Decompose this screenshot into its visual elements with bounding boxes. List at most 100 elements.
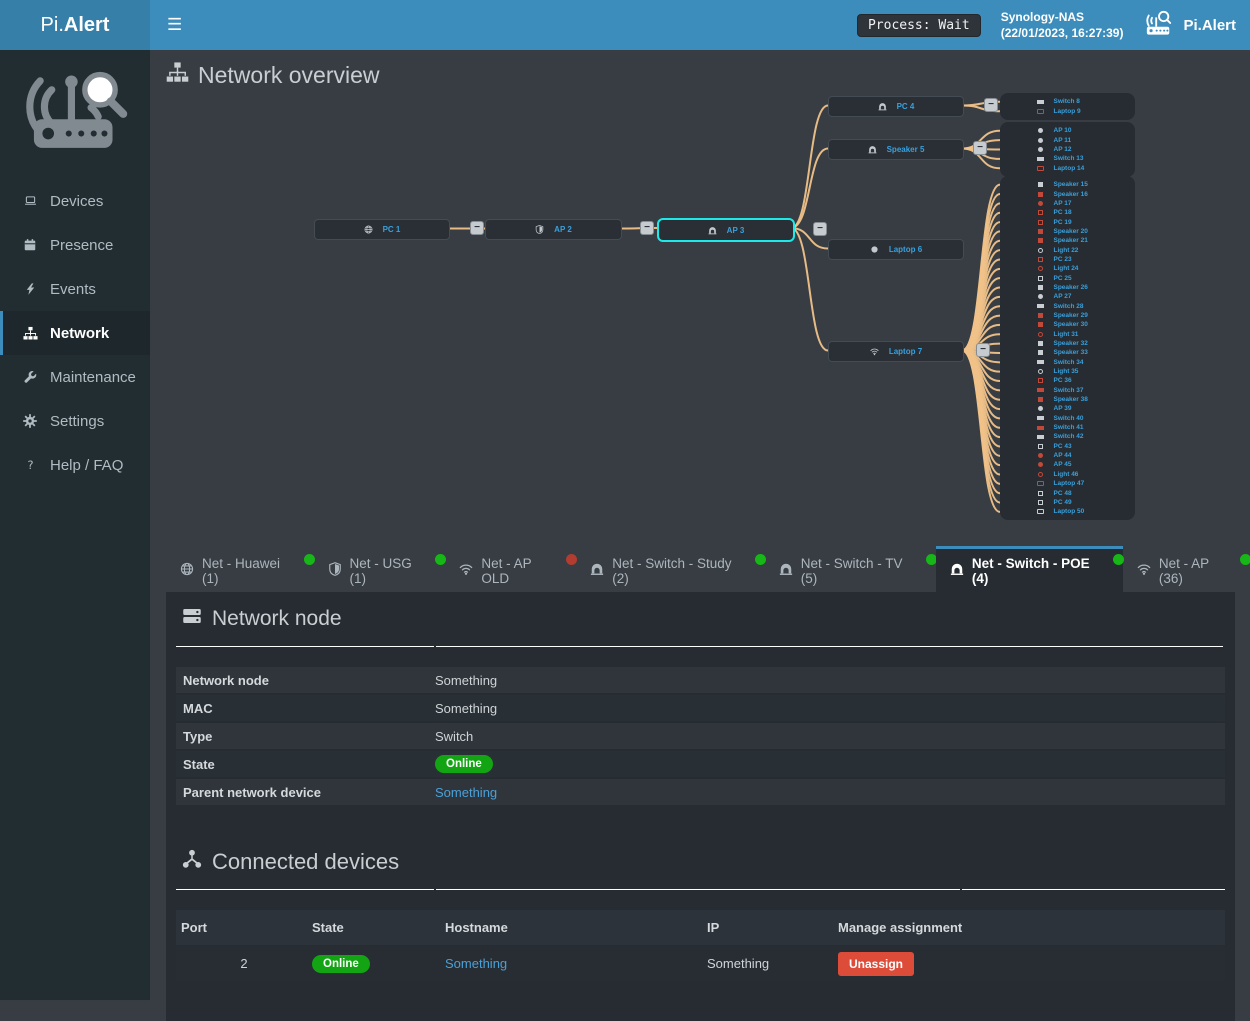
device-item-switch-28[interactable]: Switch 28 (1000, 301, 1135, 310)
diagram-node-laptop-7[interactable]: Laptop 7 (828, 341, 964, 362)
device-item-pc-23[interactable]: PC 23 (1000, 255, 1135, 264)
tab-net-switch-tv-5[interactable]: Net - Switch - TV (5) (765, 546, 936, 592)
device-item-switch-42[interactable]: Switch 42 (1000, 432, 1135, 441)
device-item-ap-39[interactable]: AP 39 (1000, 404, 1135, 413)
device-item-light-24[interactable]: Light 24 (1000, 264, 1135, 273)
hostname-link[interactable]: Something (445, 956, 507, 971)
device-item-speaker-16[interactable]: Speaker 16 (1000, 189, 1135, 198)
device-item-laptop-9[interactable]: Laptop 9 (1000, 107, 1135, 117)
device-item-laptop-47[interactable]: Laptop 47 (1000, 479, 1135, 488)
device-item-ap-45[interactable]: AP 45 (1000, 460, 1135, 469)
tab-net-switch-poe-4[interactable]: Net - Switch - POE (4) (936, 546, 1123, 592)
device-item-label: Laptop 47 (1054, 480, 1100, 487)
sidebar-item-help-faq[interactable]: ?Help / FAQ (0, 443, 150, 487)
unassign-button[interactable]: Unassign (838, 952, 914, 976)
diagram-node-laptop-6[interactable]: Laptop 6 (828, 239, 964, 260)
device-item-light-35[interactable]: Light 35 (1000, 367, 1135, 376)
device-item-pc-43[interactable]: PC 43 (1000, 442, 1135, 451)
diagram-node-pc-4[interactable]: PC 4 (828, 96, 964, 117)
collapse-button[interactable]: − (976, 343, 990, 357)
column-header-hostname: Hostname (440, 920, 702, 935)
tab-label: Net - AP (36) (1159, 556, 1236, 586)
sidebar-item-label: Presence (50, 237, 113, 254)
speaker-mini-icon (1036, 350, 1046, 355)
device-item-switch-41[interactable]: Switch 41 (1000, 423, 1135, 432)
device-item-switch-8[interactable]: Switch 8 (1000, 97, 1135, 107)
device-item-pc-25[interactable]: PC 25 (1000, 273, 1135, 282)
device-item-pc-48[interactable]: PC 48 (1000, 488, 1135, 497)
device-item-speaker-32[interactable]: Speaker 32 (1000, 339, 1135, 348)
diagram-node-pc-1[interactable]: PC 1 (314, 219, 450, 240)
divider-segment (436, 889, 960, 890)
device-item-label: Speaker 15 (1054, 181, 1100, 188)
device-item-laptop-50[interactable]: Laptop 50 (1000, 507, 1135, 516)
sidebar-item-settings[interactable]: Settings (0, 399, 150, 443)
pc-mini-icon (1036, 257, 1046, 262)
sidebar-item-presence[interactable]: Presence (0, 223, 150, 267)
device-item-ap-11[interactable]: AP 11 (1000, 135, 1135, 144)
device-item-ap-17[interactable]: AP 17 (1000, 199, 1135, 208)
tab-net-huawei-1[interactable]: Net - Huawei (1) (166, 546, 314, 592)
hamburger-icon[interactable]: ☰ (167, 15, 182, 35)
device-item-speaker-30[interactable]: Speaker 30 (1000, 320, 1135, 329)
device-item-pc-49[interactable]: PC 49 (1000, 498, 1135, 507)
device-item-light-46[interactable]: Light 46 (1000, 470, 1135, 479)
parent-device-link[interactable]: Something (435, 785, 497, 800)
collapse-button[interactable]: − (470, 221, 484, 235)
process-status-badge: Process: Wait (857, 14, 981, 37)
row-value: Online (435, 755, 493, 773)
device-item-label: AP 44 (1054, 452, 1100, 459)
device-item-speaker-21[interactable]: Speaker 21 (1000, 236, 1135, 245)
device-item-switch-13[interactable]: Switch 13 (1000, 154, 1135, 163)
device-item-pc-36[interactable]: PC 36 (1000, 376, 1135, 385)
device-item-switch-37[interactable]: Switch 37 (1000, 386, 1135, 395)
device-item-speaker-26[interactable]: Speaker 26 (1000, 283, 1135, 292)
device-item-ap-12[interactable]: AP 12 (1000, 145, 1135, 154)
device-item-light-31[interactable]: Light 31 (1000, 330, 1135, 339)
collapse-button[interactable]: − (973, 141, 987, 155)
collapse-button[interactable]: − (813, 222, 827, 236)
device-item-label: Laptop 14 (1054, 165, 1100, 172)
collapse-button[interactable]: − (984, 98, 998, 112)
device-item-label: AP 17 (1054, 200, 1100, 207)
host-timestamp: (22/01/2023, 16:27:39) (1001, 25, 1124, 41)
device-item-speaker-38[interactable]: Speaker 38 (1000, 395, 1135, 404)
speaker-mini-icon (1036, 313, 1046, 318)
row-label: State (176, 757, 435, 772)
tab-net-usg-1[interactable]: Net - USG (1) (314, 546, 446, 592)
bank-icon (779, 562, 793, 579)
device-item-switch-40[interactable]: Switch 40 (1000, 414, 1135, 423)
sidebar-item-maintenance[interactable]: Maintenance (0, 355, 150, 399)
light-mini-icon (1036, 332, 1046, 337)
table-row-network-node: Network nodeSomething (176, 667, 1225, 693)
sidebar-item-label: Events (50, 281, 96, 298)
tab-net-ap-36[interactable]: Net - AP (36) (1123, 546, 1250, 592)
wrench-icon (21, 370, 39, 384)
device-item-pc-18[interactable]: PC 18 (1000, 208, 1135, 217)
tab-net-switch-study-2[interactable]: Net - Switch - Study (2) (576, 546, 765, 592)
diagram-node-ap-2[interactable]: AP 2 (485, 219, 622, 240)
device-item-light-22[interactable]: Light 22 (1000, 245, 1135, 254)
sidebar-item-events[interactable]: Events (0, 267, 150, 311)
row-label: Network node (176, 673, 435, 688)
device-item-pc-19[interactable]: PC 19 (1000, 217, 1135, 226)
device-item-speaker-29[interactable]: Speaker 29 (1000, 311, 1135, 320)
device-item-speaker-20[interactable]: Speaker 20 (1000, 227, 1135, 236)
device-item-ap-10[interactable]: AP 10 (1000, 126, 1135, 135)
diagram-node-speaker-5[interactable]: Speaker 5 (828, 139, 964, 160)
collapse-button[interactable]: − (640, 221, 654, 235)
sidebar-item-devices[interactable]: Devices (0, 179, 150, 223)
device-item-switch-34[interactable]: Switch 34 (1000, 358, 1135, 367)
router-search-icon (1143, 9, 1175, 41)
device-item-ap-27[interactable]: AP 27 (1000, 292, 1135, 301)
device-item-speaker-33[interactable]: Speaker 33 (1000, 348, 1135, 357)
tab-net-ap-old[interactable]: Net - AP OLD (445, 546, 576, 592)
device-item-laptop-14[interactable]: Laptop 14 (1000, 164, 1135, 173)
bank-icon (590, 562, 604, 579)
sidebar-item-network[interactable]: Network (0, 311, 150, 355)
device-item-ap-44[interactable]: AP 44 (1000, 451, 1135, 460)
device-item-speaker-15[interactable]: Speaker 15 (1000, 180, 1135, 189)
connected-devices-title-label: Connected devices (212, 849, 399, 875)
leaf-device-group: Speaker 15Speaker 16AP 17PC 18PC 19Speak… (1000, 176, 1135, 520)
diagram-node-ap-3[interactable]: AP 3 (657, 218, 795, 242)
